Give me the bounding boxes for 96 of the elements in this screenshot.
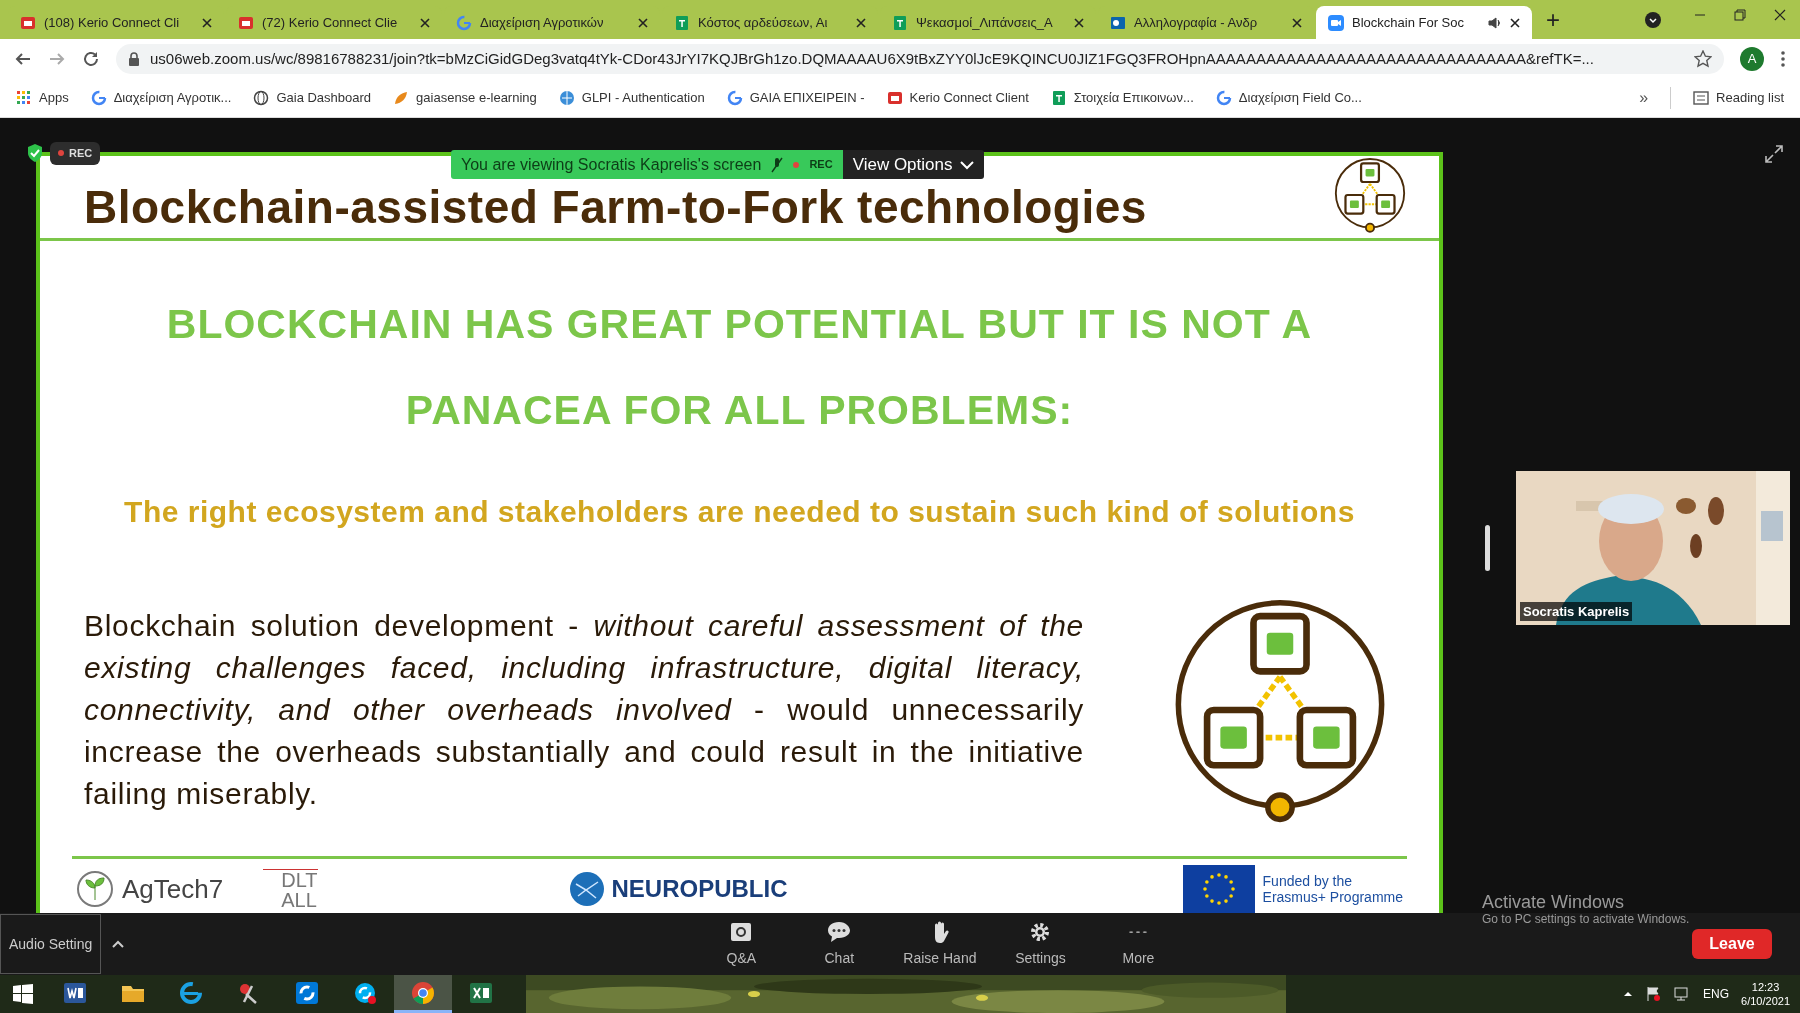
share-banner-text: You are viewing Socratis Kaprelis's screen	[461, 154, 762, 175]
profile-avatar[interactable]: A	[1740, 47, 1764, 71]
lock-icon	[128, 52, 140, 66]
envelope-icon	[886, 90, 903, 106]
flag-icon[interactable]	[1645, 986, 1662, 1002]
toolbar-button[interactable]: More	[1104, 919, 1173, 969]
globe-network-icon	[567, 870, 606, 908]
panel-resize-handle[interactable]	[1485, 525, 1490, 571]
more-bookmarks-button[interactable]: »	[1639, 86, 1649, 110]
reading-list-button[interactable]: Reading list	[1693, 88, 1784, 108]
restore-icon[interactable]	[1734, 9, 1746, 21]
activation-hint: Go to PC settings to activate Windows.	[1482, 913, 1690, 926]
list-icon	[1693, 91, 1710, 105]
bookmark-link[interactable]: gaiasense e-learning	[393, 88, 537, 108]
star-icon[interactable]	[1694, 50, 1712, 68]
bookmark-link[interactable]: GLPI - Authentication	[558, 88, 705, 108]
eu-flag-icon	[1182, 865, 1255, 913]
windows-start-icon[interactable]	[12, 983, 34, 1005]
tab-title: Ψεκασμοί_Λιπάνσεις_Α	[916, 13, 1054, 32]
language-indicator[interactable]: ENG	[1703, 985, 1730, 1003]
slide-title: Blockchain-assisted Farm-to-Fork technologies	[84, 182, 1147, 232]
google-icon	[1215, 90, 1232, 106]
microphone-muted-icon	[771, 156, 784, 173]
caret-up-icon[interactable]	[111, 939, 126, 949]
chevron-down-icon	[960, 159, 975, 170]
sprout-icon	[76, 870, 114, 908]
google-icon	[456, 14, 472, 31]
programme-text: Erasmus+ Programme	[1262, 889, 1403, 905]
toolbar-button[interactable]: Chat	[805, 919, 874, 969]
globe-icon	[558, 90, 575, 106]
bookmark-link[interactable]: GAIA ΕΠΙΧΕΙΡΕΙΝ -	[726, 88, 865, 108]
chrome-icon[interactable]	[410, 979, 436, 1006]
fullscreen-icon[interactable]	[1764, 144, 1784, 164]
toolbar-button[interactable]: Q&A	[707, 919, 776, 969]
funded-text: Funded by the	[1262, 873, 1354, 889]
google-icon	[726, 90, 743, 106]
apps-grid-icon	[16, 90, 32, 106]
close-icon[interactable]	[202, 17, 212, 28]
url-text: us06web.zoom.us/wc/89816788231/join?tk=bMzCiGidGDeg3vatq4tYk-CDor43JrYI7KQJBrGh1zo.DQMAAAAU6X9tBxZYY0lJcE9KQINCU0JIZ1FGQ3FROHpnAAAAAAAAAAAAAAAAAAAAAAAAAAAAAAAA&refTK=...	[150, 48, 1595, 69]
spreadsheet-icon	[892, 14, 908, 31]
tab-search-icon[interactable]	[1644, 10, 1662, 29]
participant-name: Socratis Kaprelis	[1520, 601, 1633, 621]
close-icon[interactable]	[1510, 17, 1520, 28]
camera-icon	[1328, 14, 1344, 31]
menu-icon[interactable]	[1780, 50, 1786, 68]
skype-business-icon[interactable]	[294, 979, 320, 1006]
tab-title: Αλληλογραφία - Ανδρ	[1134, 13, 1259, 32]
bookmark-link[interactable]: Apps	[16, 88, 69, 108]
audio-setting-button[interactable]: Audio Setting	[0, 914, 102, 974]
speaker-icon	[1488, 15, 1502, 30]
envelope-icon	[238, 14, 254, 31]
leave-button[interactable]: Leave	[1692, 929, 1772, 959]
bookmark-link[interactable]: Gaia Dashboard	[253, 88, 372, 108]
globe-icon	[253, 90, 270, 106]
browser-tab[interactable]: Blockchain For Soc	[1316, 6, 1532, 39]
tab-title: Κόστος αρδεύσεων, Αι	[698, 13, 829, 32]
recording-label: REC	[69, 146, 93, 161]
tab-title: Blockchain For Soc	[1352, 13, 1465, 32]
envelope-icon	[20, 14, 36, 31]
slide-subtitle: The right ecosystem and stakeholders are needed to sustain such kind of solutions	[123, 494, 1356, 530]
address-field[interactable]: us06web.zoom.us/wc/89816788231/join?tk=bMzCiGidGDeg3vatq4tYk-CDor43JrYI7KQJBrGh1zo.DQMAAAAU6X9tBxZYY0lJcE9KQINCU0JIZ1FGQ3FROHpnAAAAAAAAAAAAAAAAAAAAAAAAAAAAAAAA&refTK=...	[116, 44, 1724, 74]
google-icon	[90, 90, 107, 106]
bookmark-link[interactable]: Kerio Connect Client	[886, 88, 1029, 108]
bookmark-link[interactable]: Διαχείριση Field Co...	[1215, 88, 1362, 108]
browser-e-icon[interactable]	[178, 979, 204, 1006]
dlt-logo-subtext: ALL	[280, 889, 318, 910]
toolbar-button[interactable]: Raise Hand	[903, 919, 977, 969]
close-icon[interactable]	[1292, 17, 1302, 28]
tab-title: (72) Kerio Connect Clie	[262, 13, 399, 32]
bookmark-link[interactable]: Διαχείριση Αγροτικ...	[90, 88, 232, 108]
close-icon[interactable]	[856, 17, 866, 28]
banner-rec-label: REC	[809, 157, 833, 173]
tab-title: Διαχείριση Αγροτικών	[480, 13, 605, 32]
close-icon[interactable]	[1774, 9, 1786, 21]
bookmark-link[interactable]: Στοιχεία Επικοινων...	[1050, 88, 1194, 108]
mail-app-icon	[1110, 14, 1126, 31]
toolbar-button[interactable]: Settings	[1006, 919, 1075, 969]
slide-heading: BLOCKCHAIN HAS GREAT POTENTIAL BUT IT IS NOT A PANACEA FOR ALL PROBLEMS:	[165, 300, 1314, 435]
caret-up-icon[interactable]	[1623, 990, 1634, 998]
close-icon[interactable]	[1074, 17, 1084, 28]
leaf-icon	[393, 90, 410, 106]
dlt-logo-text: DLT	[263, 868, 318, 890]
clock-date: 6/10/2021	[1741, 994, 1790, 1008]
slide-paragraph: Blockchain solution development - without careful assessment of the existing challenges faced, including infrastructure, digital literacy, connectivity, and other overheads involved - would unnecessarily increase the overheads substantially and could result in the initiative failing miserably.	[84, 608, 1084, 812]
activation-title: Activate Windows	[1482, 892, 1626, 913]
close-icon[interactable]	[638, 17, 648, 28]
spreadsheet-icon	[674, 14, 690, 31]
close-icon[interactable]	[420, 17, 430, 28]
new-tab-button[interactable]: +	[1534, 7, 1572, 32]
reload-icon[interactable]	[82, 50, 100, 68]
tab-title: (108) Kerio Connect Cli	[44, 13, 181, 32]
view-options-button[interactable]: View Options	[842, 150, 985, 179]
agtech-logo-text: AgTech7	[122, 872, 224, 906]
neuropublic-logo-text: NEUROPUBLIC	[611, 874, 788, 904]
clock-time: 12:23	[1751, 980, 1780, 994]
spreadsheet-icon	[1050, 90, 1067, 106]
